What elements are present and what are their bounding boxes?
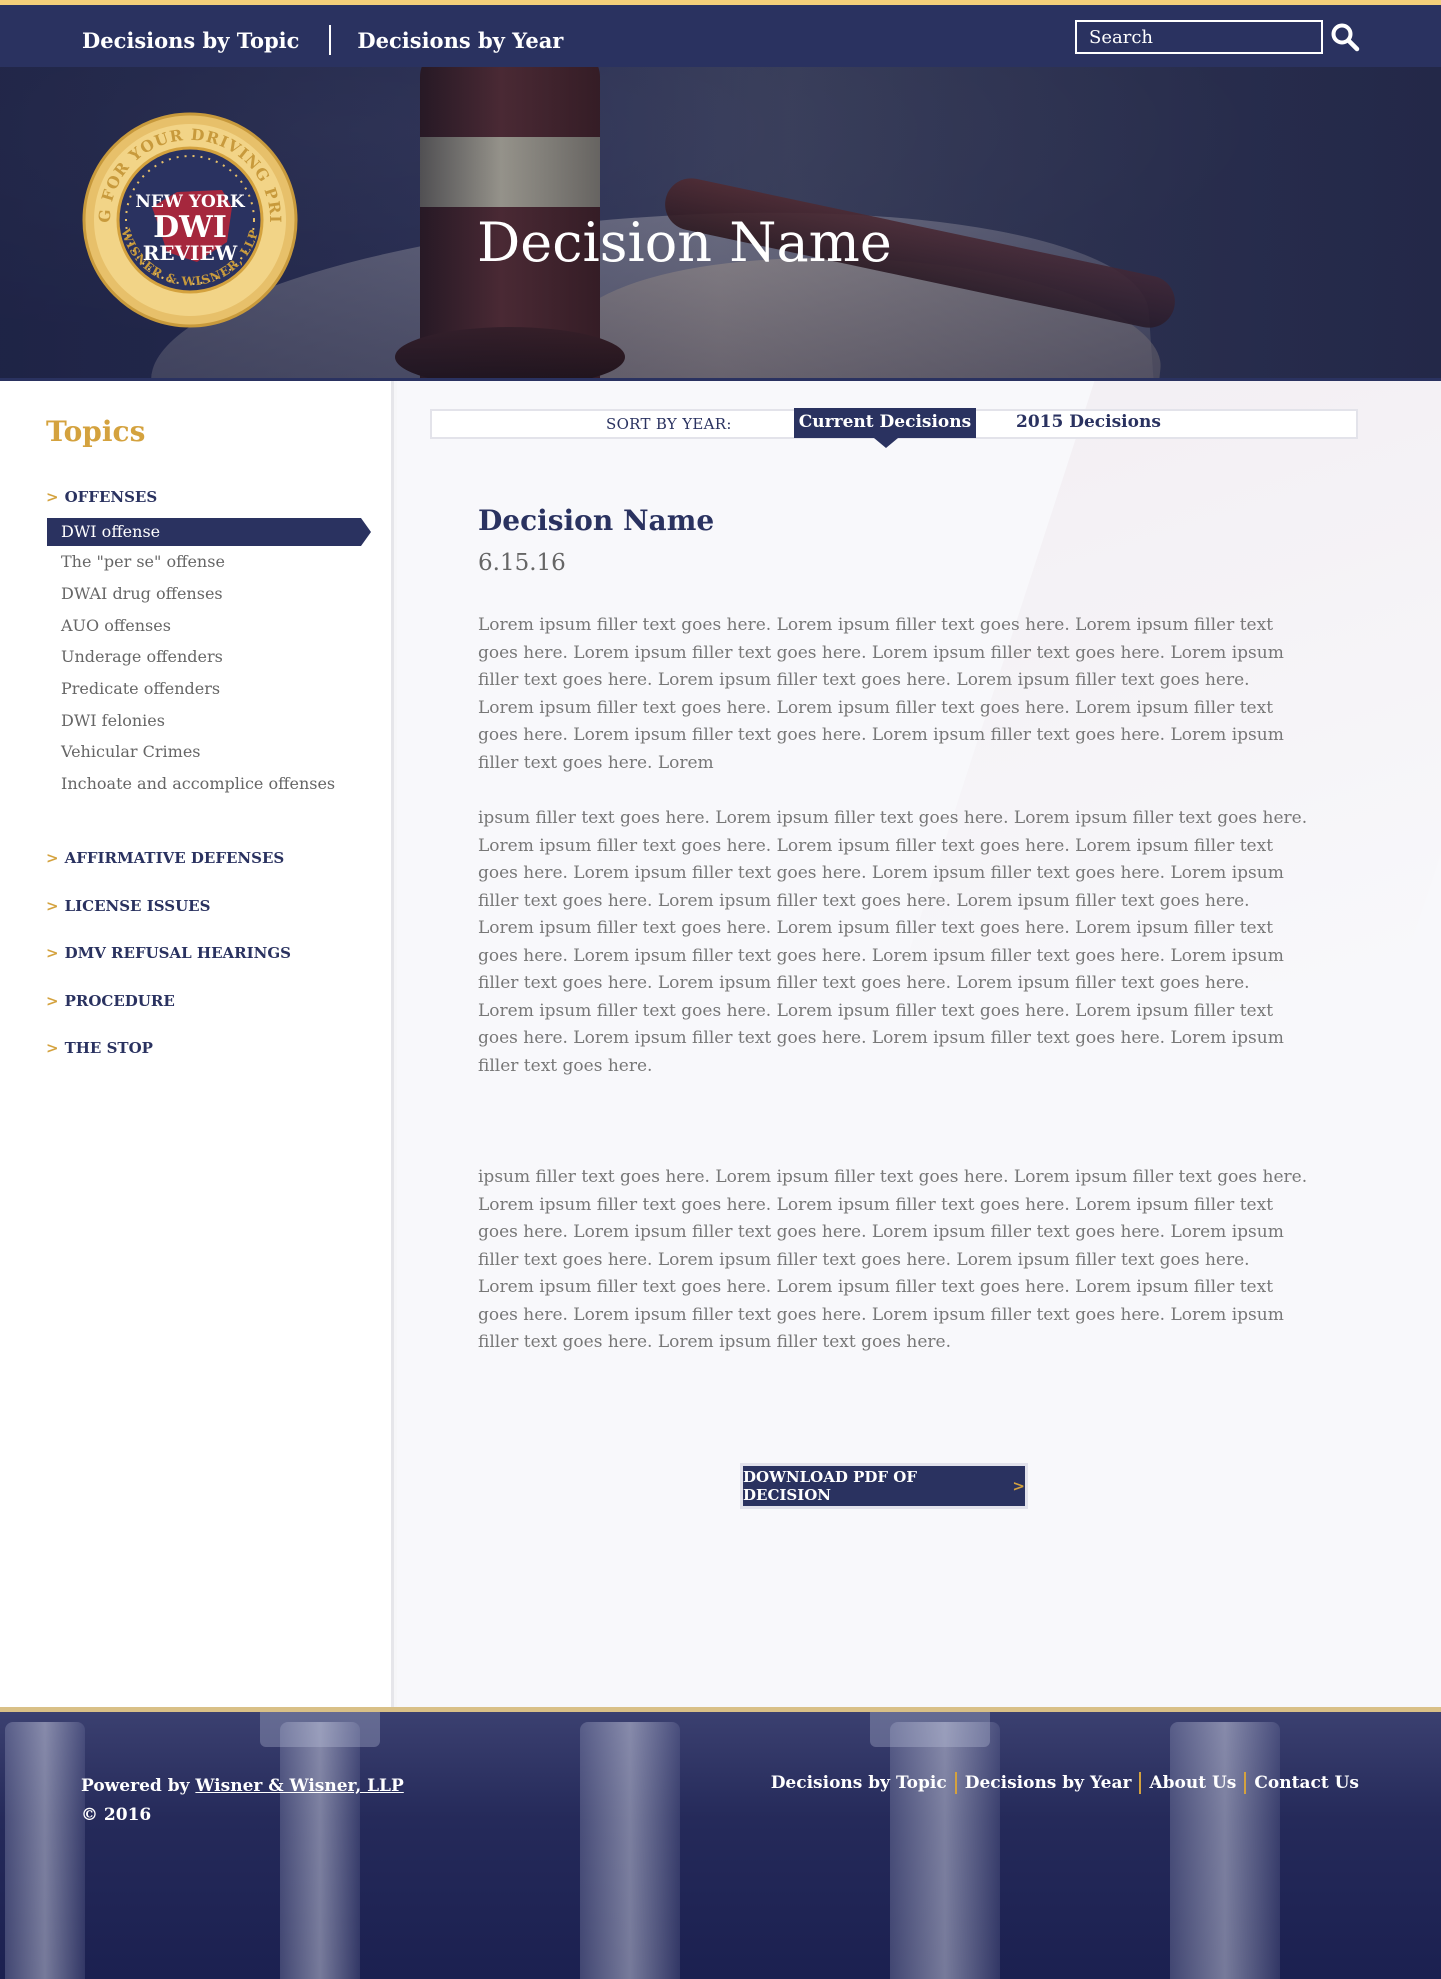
sort-label: SORT BY YEAR:	[606, 415, 732, 433]
topic-item-dwai-drug-offenses[interactable]: DWAI drug offenses	[61, 584, 223, 603]
topic-item-inchoate-accomplice[interactable]: Inchoate and accomplice offenses	[61, 774, 335, 793]
footer-link-decisions-by-topic[interactable]: Decisions by Topic	[771, 1773, 947, 1793]
top-nav-bar: Decisions by Topic Decisions by Year	[0, 0, 1441, 67]
nav-divider	[329, 25, 332, 55]
column-capital	[870, 1712, 990, 1747]
topic-item-predicate-offenders[interactable]: Predicate offenders	[61, 679, 220, 698]
topic-item-underage-offenders[interactable]: Underage offenders	[61, 647, 223, 666]
category-label: LICENSE ISSUES	[64, 897, 211, 915]
column-image	[890, 1722, 1000, 1979]
nav-decisions-by-year[interactable]: Decisions by Year	[357, 28, 563, 53]
chevron-right-icon: >	[1012, 1477, 1025, 1495]
topic-item-label: DWI offense	[61, 522, 161, 541]
topic-item-auo-offenses[interactable]: AUO offenses	[61, 616, 171, 635]
category-label: AFFIRMATIVE DEFENSES	[64, 849, 285, 867]
category-procedure[interactable]: > PROCEDURE	[46, 992, 175, 1010]
chevron-right-icon: >	[46, 849, 59, 867]
decision-content: SORT BY YEAR: Current Decisions 2015 Dec…	[397, 381, 1441, 1707]
topic-item-dwi-offense[interactable]: DWI offense	[47, 518, 371, 546]
category-dmv-refusal-hearings[interactable]: > DMV REFUSAL HEARINGS	[46, 944, 291, 962]
category-label: OFFENSES	[64, 488, 158, 506]
decision-title: Decision Name	[478, 504, 715, 537]
download-pdf-button[interactable]: DOWNLOAD PDF OF DECISION >	[740, 1463, 1028, 1509]
chevron-right-icon: >	[46, 992, 59, 1010]
topic-item-dwi-felonies[interactable]: DWI felonies	[61, 711, 165, 730]
column-image	[1170, 1722, 1280, 1979]
sort-by-year-bar: SORT BY YEAR: Current Decisions 2015 Dec…	[430, 408, 1358, 448]
topics-title: Topics	[46, 415, 146, 448]
logo-text-middle: DWI	[153, 210, 227, 245]
footer-nav: Decisions by Topic Decisions by Year Abo…	[771, 1772, 1359, 1794]
chevron-right-icon: >	[46, 488, 59, 506]
category-label: THE STOP	[64, 1039, 153, 1057]
category-the-stop[interactable]: > THE STOP	[46, 1039, 153, 1057]
category-label: PROCEDURE	[64, 992, 175, 1010]
tab-current-decisions[interactable]: Current Decisions	[794, 408, 976, 448]
footer-divider	[954, 1772, 957, 1794]
search-input[interactable]	[1075, 20, 1323, 54]
column-image	[280, 1722, 360, 1979]
nav-decisions-by-topic[interactable]: Decisions by Topic	[82, 28, 299, 53]
logo-text-top: NEW YORK	[135, 192, 246, 212]
logo-text-bottom: REVIEW	[143, 241, 238, 265]
wisner-link[interactable]: Wisner & Wisner, LLP	[195, 1776, 403, 1796]
powered-by-prefix: Powered by	[81, 1776, 190, 1796]
search-icon[interactable]	[1330, 22, 1360, 52]
category-offenses[interactable]: > OFFENSES	[46, 488, 157, 506]
hero-title: Decision Name	[477, 211, 892, 274]
footer-divider	[1139, 1772, 1142, 1794]
category-label: DMV REFUSAL HEARINGS	[64, 944, 291, 962]
column-image	[580, 1722, 680, 1979]
footer-divider	[1244, 1772, 1247, 1794]
decision-paragraph: ipsum filler text goes here. Lorem ipsum…	[478, 808, 1308, 1076]
decision-paragraph: Lorem ipsum filler text goes here. Lorem…	[478, 615, 1284, 773]
footer-link-decisions-by-year[interactable]: Decisions by Year	[965, 1773, 1132, 1793]
powered-by-line: Powered by Wisner & Wisner, LLP	[81, 1772, 404, 1801]
category-license-issues[interactable]: > LICENSE ISSUES	[46, 897, 210, 915]
copyright: © 2016	[81, 1805, 152, 1825]
category-affirmative-defenses[interactable]: > AFFIRMATIVE DEFENSES	[46, 849, 284, 867]
footer-link-about-us[interactable]: About Us	[1149, 1773, 1236, 1793]
top-nav: Decisions by Topic Decisions by Year	[82, 25, 563, 55]
footer: Powered by Wisner & Wisner, LLP © 2016 D…	[0, 1707, 1441, 1979]
column-image	[5, 1722, 85, 1979]
download-pdf-label: DOWNLOAD PDF OF DECISION	[743, 1468, 917, 1504]
chevron-right-icon: >	[46, 1039, 59, 1057]
tab-2015-decisions[interactable]: 2015 Decisions	[1016, 412, 1161, 432]
column-capital	[260, 1712, 380, 1747]
topic-item-per-se-offense[interactable]: The "per se" offense	[61, 552, 225, 571]
decision-date: 6.15.16	[478, 550, 566, 576]
chevron-right-icon: >	[46, 944, 59, 962]
topic-item-vehicular-crimes[interactable]: Vehicular Crimes	[61, 742, 201, 761]
topics-sidebar: Topics > OFFENSES DWI offense The "per se…	[0, 381, 394, 1707]
dwi-review-logo[interactable]: FIGHTING FOR YOUR DRIVING PRIVILEGES WIS…	[82, 112, 298, 328]
chevron-right-icon: >	[46, 897, 59, 915]
footer-credit: Powered by Wisner & Wisner, LLP © 2016	[81, 1772, 404, 1830]
footer-link-contact-us[interactable]: Contact Us	[1254, 1773, 1359, 1793]
decision-paragraph: ipsum filler text goes here. Lorem ipsum…	[478, 1167, 1308, 1352]
